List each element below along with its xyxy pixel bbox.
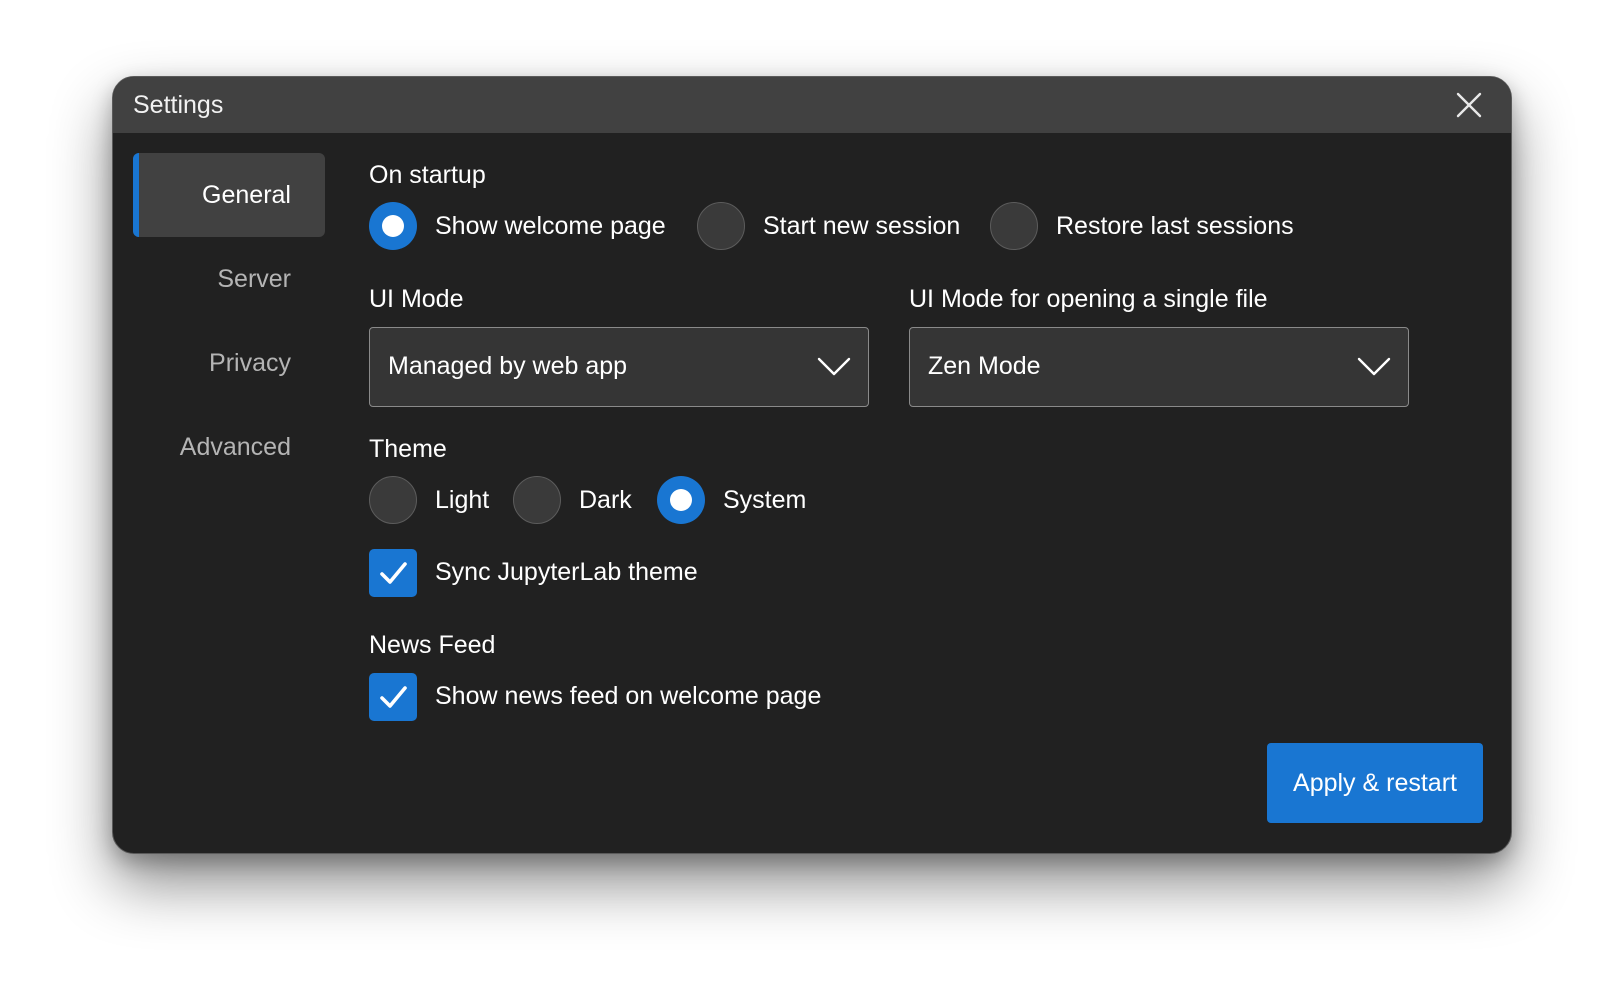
theme-option-light-label[interactable]: Light xyxy=(435,486,489,515)
checkmark-icon xyxy=(380,686,407,708)
theme-option-system-label[interactable]: System xyxy=(723,486,806,515)
startup-radio-restore[interactable] xyxy=(990,202,1038,250)
theme-radio-light[interactable] xyxy=(369,476,417,524)
startup-option-welcome-label[interactable]: Show welcome page xyxy=(435,212,666,241)
sidebar-item-privacy[interactable]: Privacy xyxy=(133,321,325,405)
startup-section-label: On startup xyxy=(369,161,486,189)
theme-option-dark-label[interactable]: Dark xyxy=(579,486,632,515)
ui-mode-label: UI Mode xyxy=(369,285,464,313)
checkmark-icon xyxy=(380,562,407,584)
window-title: Settings xyxy=(133,91,224,119)
close-icon[interactable] xyxy=(1453,89,1485,121)
sidebar-item-label: Advanced xyxy=(179,432,291,461)
ui-mode-select-value: Managed by web app xyxy=(388,352,628,380)
news-feed-label[interactable]: Show news feed on welcome page xyxy=(435,682,821,711)
theme-radio-system[interactable] xyxy=(657,476,705,524)
sidebar-item-label: Server xyxy=(217,264,291,293)
settings-window: Settings General Server Privacy Advanced… xyxy=(112,76,1512,854)
title-bar: Settings xyxy=(113,77,1511,133)
sidebar-item-server[interactable]: Server xyxy=(133,237,325,321)
sidebar-item-advanced[interactable]: Advanced xyxy=(133,405,325,489)
chevron-down-icon xyxy=(816,354,852,378)
news-feed-section-label: News Feed xyxy=(369,631,496,659)
startup-radio-new-session[interactable] xyxy=(697,202,745,250)
ui-mode-single-file-select-value: Zen Mode xyxy=(928,352,1041,380)
theme-radio-dark[interactable] xyxy=(513,476,561,524)
chevron-down-icon xyxy=(1356,354,1392,378)
startup-option-restore-label[interactable]: Restore last sessions xyxy=(1056,212,1294,241)
sidebar-item-general[interactable]: General xyxy=(133,153,325,237)
sync-theme-checkbox[interactable] xyxy=(369,549,417,597)
sidebar-item-label: General xyxy=(202,180,291,209)
sidebar-item-label: Privacy xyxy=(209,348,291,377)
news-feed-checkbox[interactable] xyxy=(369,673,417,721)
sync-theme-label[interactable]: Sync JupyterLab theme xyxy=(435,558,698,587)
startup-option-new-session-label[interactable]: Start new session xyxy=(763,212,960,241)
apply-restart-button[interactable]: Apply & restart xyxy=(1267,743,1483,823)
ui-mode-single-file-select[interactable]: Zen Mode xyxy=(909,327,1409,407)
ui-mode-single-file-label: UI Mode for opening a single file xyxy=(909,285,1268,313)
startup-radio-welcome[interactable] xyxy=(369,202,417,250)
settings-sidebar: General Server Privacy Advanced xyxy=(133,153,325,489)
ui-mode-select[interactable]: Managed by web app xyxy=(369,327,869,407)
theme-section-label: Theme xyxy=(369,435,447,463)
